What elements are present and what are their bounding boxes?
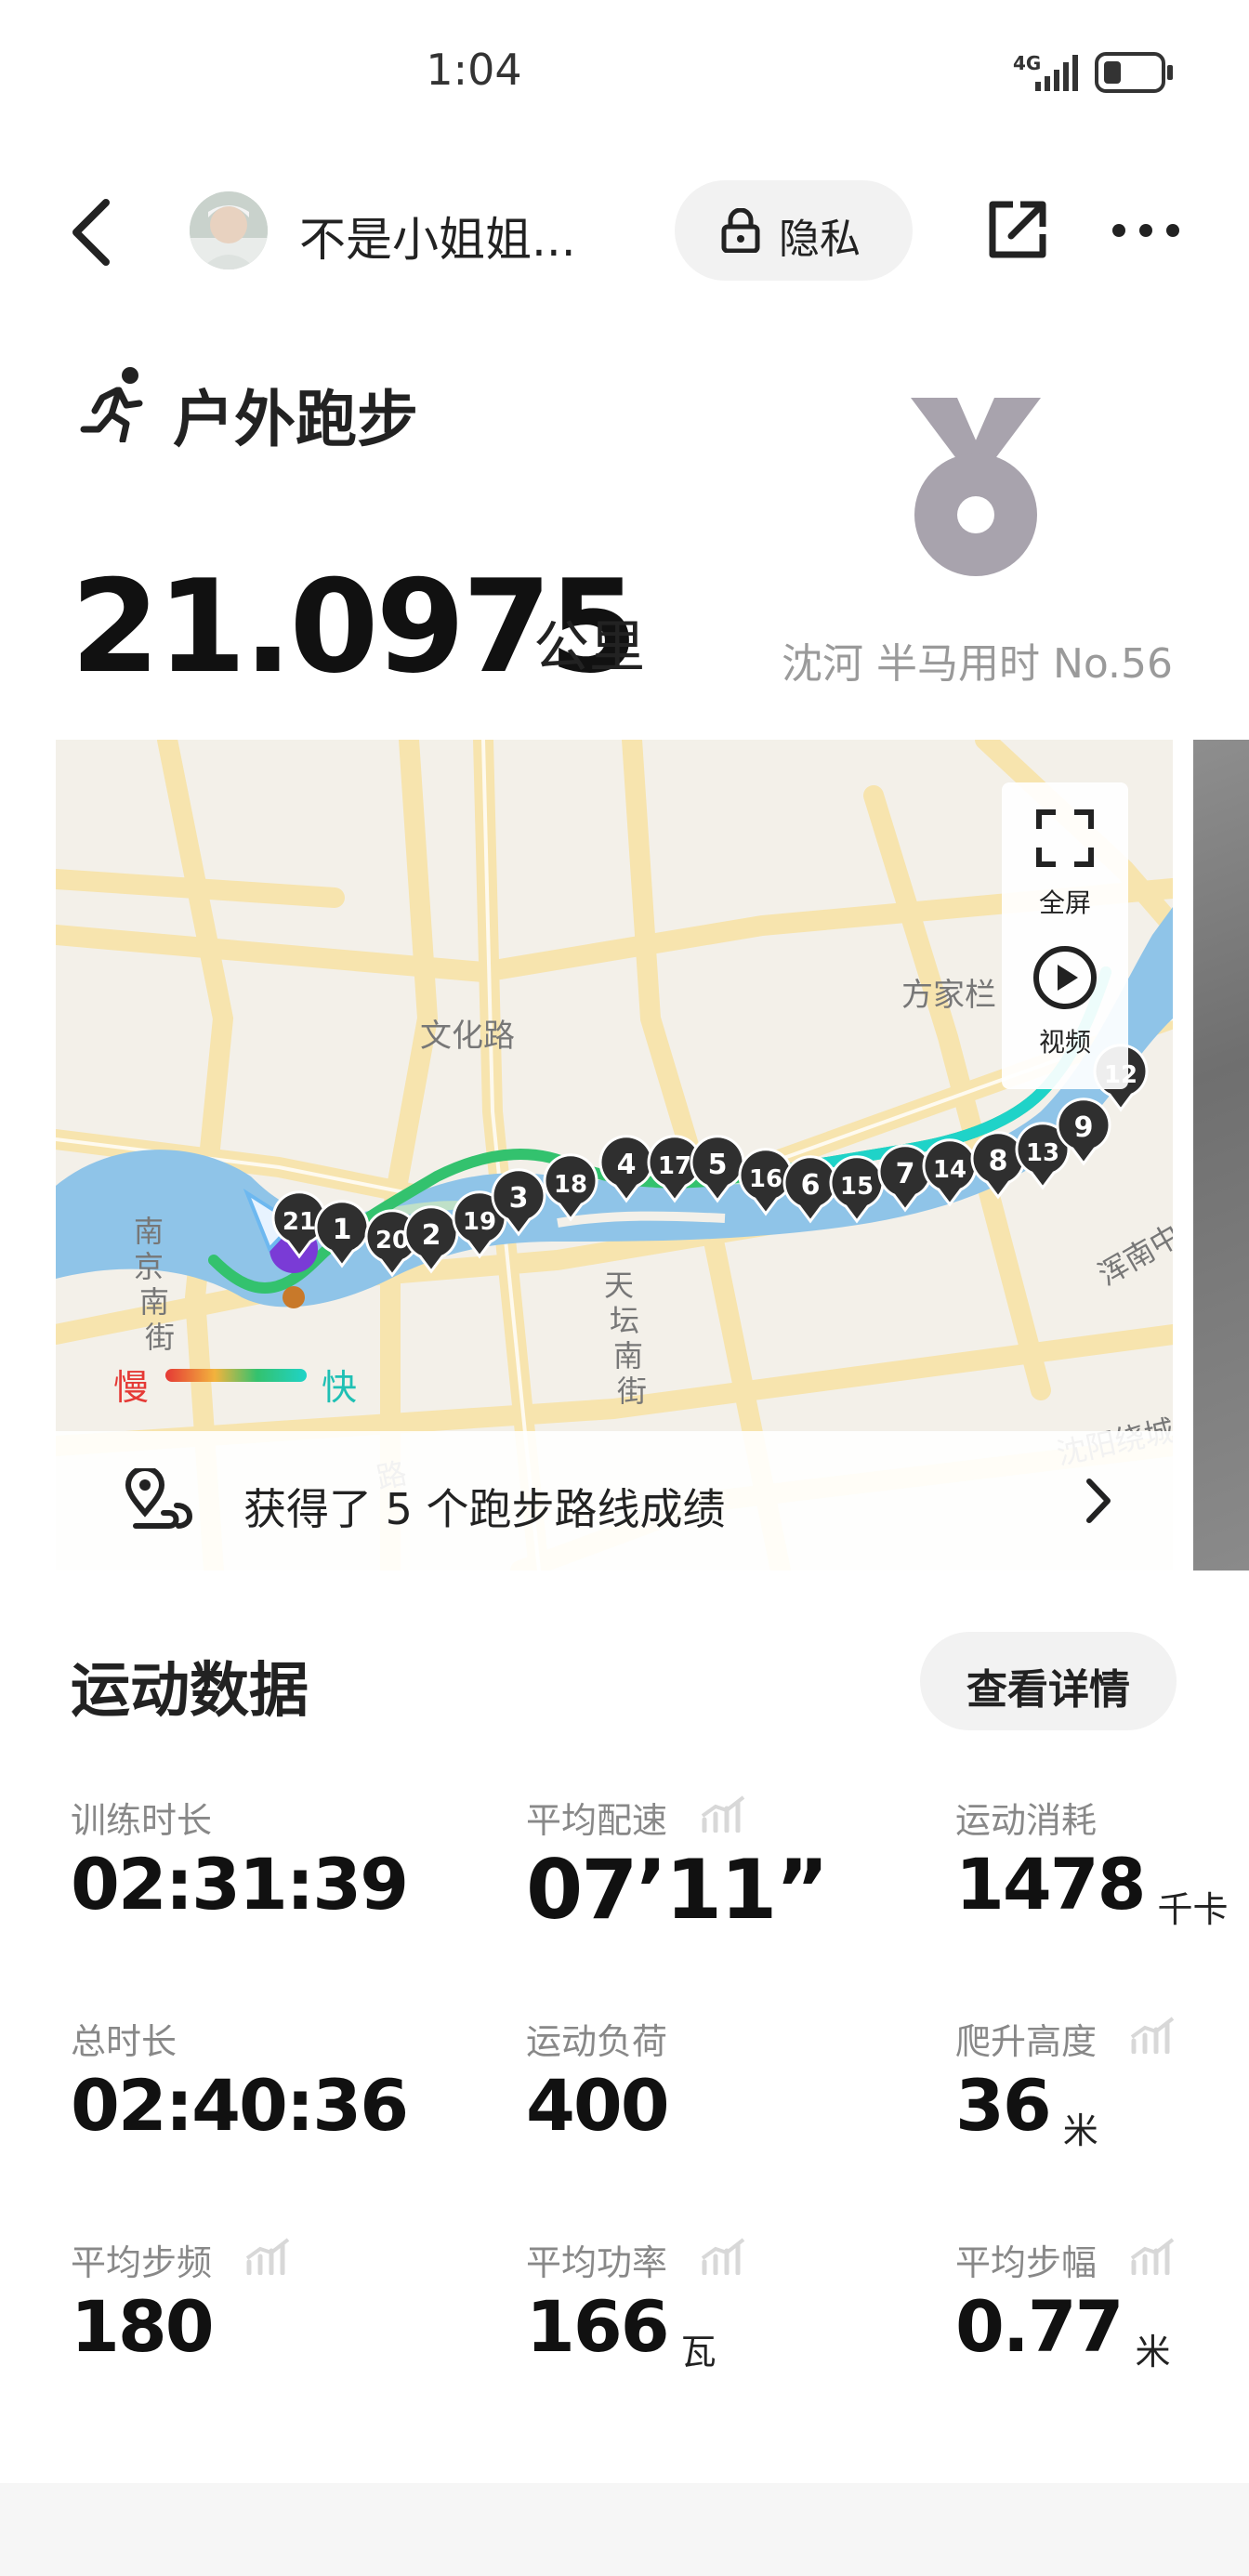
route-pin-icon	[125, 1468, 193, 1529]
stat-label: 平均步频	[71, 2242, 213, 2283]
pace-fast-label: 快	[322, 1367, 358, 1408]
km-marker-label: 7	[896, 1158, 915, 1190]
activity-title: 户外跑步	[173, 384, 418, 455]
status-time: 1:04	[426, 45, 522, 95]
km-marker-label: 19	[463, 1208, 496, 1236]
medal-icon[interactable]	[907, 394, 1045, 595]
fullscreen-icon[interactable]	[1035, 808, 1095, 868]
privacy-label: 隐私	[779, 216, 861, 263]
stat-label: 平均功率	[526, 2242, 668, 2283]
km-marker[interactable]: 4	[598, 1135, 654, 1203]
stat-label: 运动负荷	[526, 2021, 668, 2062]
running-icon	[80, 367, 143, 442]
stat-value: 36	[955, 2064, 1052, 2147]
km-marker[interactable]: 14	[922, 1138, 978, 1207]
km-marker[interactable]: 2	[403, 1205, 459, 1274]
video-label: 视频	[1038, 1027, 1091, 1058]
trend-chart-icon[interactable]	[1128, 2017, 1177, 2054]
stat-label: 总时长	[71, 2021, 177, 2062]
stat-value: 166	[526, 2285, 670, 2368]
trend-chart-icon[interactable]	[699, 2238, 747, 2275]
stat-value: 400	[526, 2064, 670, 2147]
avatar[interactable]	[190, 191, 268, 269]
stat-label: 平均步幅	[955, 2242, 1098, 2283]
signal-icon	[1035, 55, 1078, 91]
km-marker[interactable]: 6	[782, 1155, 838, 1224]
stat-value: 07’11”	[526, 1842, 829, 1938]
km-marker-label: 8	[989, 1145, 1008, 1177]
km-marker[interactable]: 5	[690, 1135, 745, 1203]
km-marker[interactable]: 7	[877, 1144, 933, 1213]
km-marker-label: 6	[801, 1169, 821, 1202]
stat-value: 02:31:39	[71, 1843, 409, 1925]
trend-chart-icon[interactable]	[699, 1795, 747, 1833]
km-marker-label: 5	[708, 1149, 728, 1181]
pace-slow-label: 慢	[113, 1367, 150, 1408]
km-marker-label: 1	[333, 1214, 352, 1246]
side-photo-preview[interactable]	[1193, 740, 1249, 1571]
km-marker-label: 9	[1074, 1111, 1094, 1144]
back-icon[interactable]	[67, 197, 113, 268]
stat-value: 0.77	[955, 2285, 1124, 2368]
km-marker-label: 3	[509, 1182, 529, 1215]
km-marker-label: 21	[283, 1208, 316, 1236]
play-video-icon[interactable]	[1032, 944, 1098, 1011]
medal-label[interactable]: 沈河 半马用时 No.56	[771, 630, 1173, 690]
km-marker-label: 4	[617, 1149, 637, 1181]
stat-unit: 瓦	[680, 2332, 717, 2372]
km-marker-label: 13	[1026, 1139, 1059, 1167]
user-nickname[interactable]: 不是小姐姐...	[299, 203, 576, 269]
share-icon[interactable]	[985, 197, 1050, 262]
bottom-strip	[0, 2483, 1249, 2576]
stat-label: 爬升高度	[955, 2021, 1098, 2062]
stats-title: 运动数据	[71, 1657, 309, 1726]
stat-unit: 千卡	[1157, 1889, 1229, 1930]
stat-value: 1478	[955, 1843, 1147, 1925]
stat-label: 训练时长	[71, 1800, 213, 1841]
stat-label: 运动消耗	[955, 1800, 1098, 1841]
trend-chart-icon[interactable]	[243, 2238, 292, 2275]
km-marker-label: 14	[933, 1156, 966, 1184]
pace-gradient-bar	[165, 1369, 307, 1382]
km-marker-label: 15	[840, 1173, 874, 1201]
stat-value: 02:40:36	[71, 2064, 409, 2147]
km-marker[interactable]: 18	[543, 1153, 598, 1222]
trend-chart-icon[interactable]	[1128, 2238, 1177, 2275]
km-marker[interactable]: 15	[829, 1155, 885, 1224]
lock-icon	[721, 208, 760, 253]
stat-label: 平均配速	[526, 1800, 668, 1841]
km-marker-label: 17	[658, 1152, 691, 1180]
stat-value: 180	[71, 2285, 215, 2368]
stat-unit: 米	[1135, 2332, 1171, 2372]
stat-unit: 米	[1062, 2110, 1098, 2151]
km-marker-label: 18	[554, 1171, 587, 1199]
view-details-label: 查看详情	[966, 1666, 1130, 1714]
more-icon[interactable]	[1111, 221, 1180, 240]
km-marker-label: 2	[422, 1219, 441, 1252]
battery-icon	[1095, 52, 1173, 93]
achievement-text[interactable]: 获得了 5 个跑步路线成绩	[243, 1476, 726, 1537]
km-marker[interactable]: 1	[314, 1200, 370, 1268]
chevron-right-icon[interactable]	[1084, 1478, 1111, 1524]
fullscreen-label: 全屏	[1038, 887, 1091, 918]
km-marker-label: 16	[749, 1165, 782, 1193]
distance-unit: 公里	[533, 615, 645, 680]
